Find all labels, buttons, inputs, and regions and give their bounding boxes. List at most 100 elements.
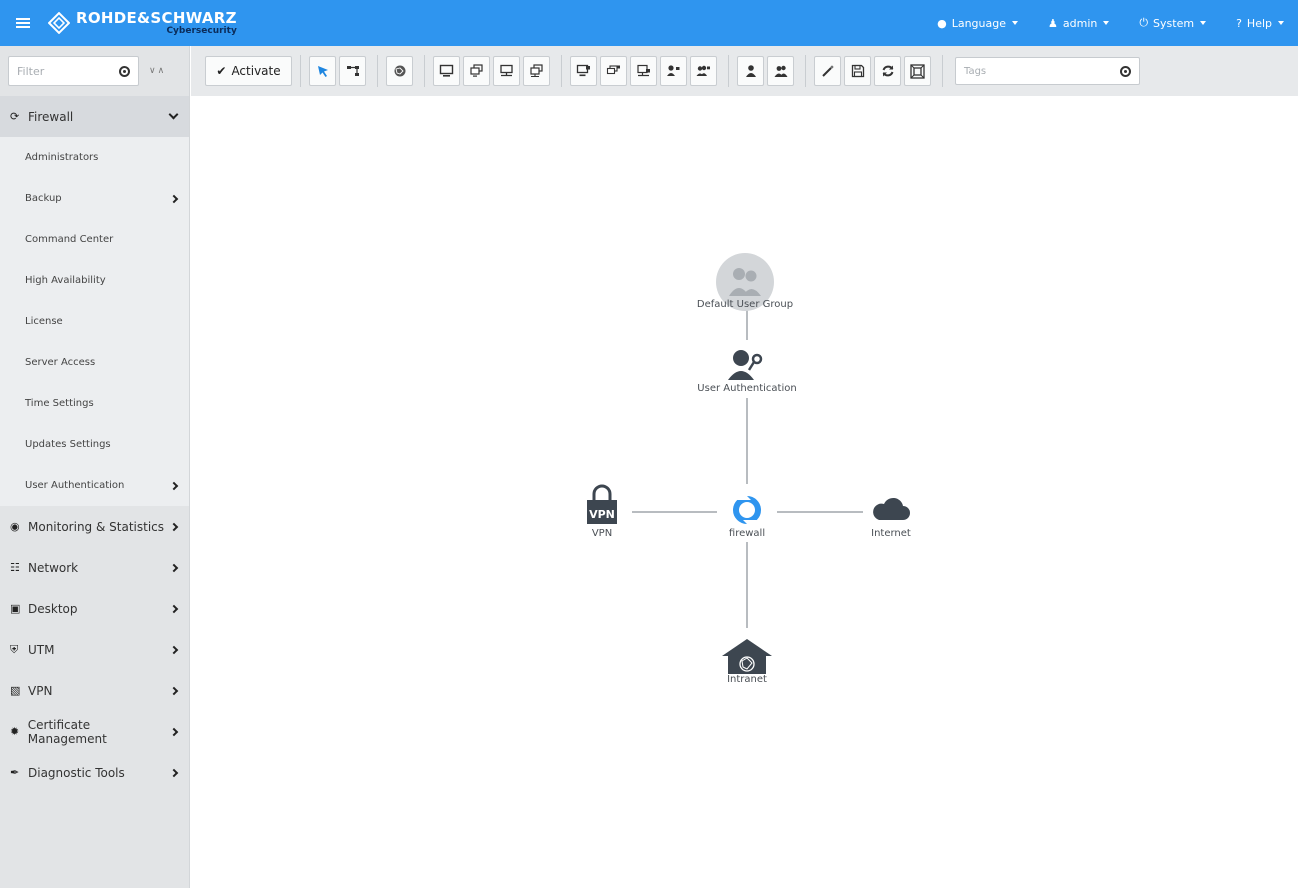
refresh-icon xyxy=(882,65,893,77)
sidebar-item-administrators[interactable]: Administrators xyxy=(0,137,189,178)
connect-button[interactable] xyxy=(339,56,366,86)
chevron-right-icon xyxy=(169,522,179,531)
host-group-icon xyxy=(470,64,483,77)
save-floppy-icon xyxy=(851,64,864,78)
add-host-button[interactable] xyxy=(433,56,460,86)
help-menu[interactable]: ? Help xyxy=(1236,17,1284,30)
refresh-button[interactable] xyxy=(874,56,901,86)
sidebar-item-label: Server Access xyxy=(25,357,96,368)
node-user-authentication[interactable] xyxy=(728,350,763,380)
sidebar-item-command-center[interactable]: Command Center xyxy=(0,219,189,260)
expand-collapse-all-icon[interactable]: ∨∧ xyxy=(149,66,166,76)
firewall-submenu: Administrators Backup Command Center Hig… xyxy=(0,137,189,506)
topology-diagram: VPN xyxy=(587,253,910,674)
vpn-user-group-icon xyxy=(696,65,710,76)
sidebar-item-label: Backup xyxy=(25,193,62,204)
node-firewall[interactable] xyxy=(733,492,761,528)
toolbar-separator xyxy=(377,55,378,87)
sidebar-section-label: VPN xyxy=(28,683,53,698)
language-menu[interactable]: ● Language xyxy=(937,17,1018,30)
sidebar-item-label: License xyxy=(25,316,63,327)
add-network-group-button[interactable] xyxy=(523,56,550,86)
filter-placeholder: Filter xyxy=(17,64,45,78)
label-internet: Internet xyxy=(871,528,911,539)
label-intranet: Intranet xyxy=(727,674,767,685)
add-host-group-button[interactable] xyxy=(463,56,490,86)
topology-canvas[interactable]: VPN Default User Group User Authenticati… xyxy=(191,96,1298,888)
sidebar-section-label: Certificate Management xyxy=(27,717,107,746)
user-group-icon xyxy=(774,65,787,77)
admin-menu-label: admin xyxy=(1062,16,1098,30)
lock-icon: ▧ xyxy=(10,684,21,697)
sidebar-item-label: Time Settings xyxy=(25,398,94,409)
sidebar-item-license[interactable]: License xyxy=(0,301,189,342)
sidebar-section-firewall[interactable]: ⟳ Firewall xyxy=(0,96,189,137)
brand-logo[interactable]: ROHDE&SCHWARZ Cybersecurity xyxy=(48,0,237,46)
add-network-button[interactable] xyxy=(386,56,413,86)
wizard-button[interactable] xyxy=(814,56,841,86)
save-button[interactable] xyxy=(844,56,871,86)
node-internet[interactable] xyxy=(873,497,910,520)
sidebar-section-desktop[interactable]: ▣ Desktop xyxy=(0,588,189,629)
add-vpn-host-group-button[interactable] xyxy=(600,56,627,86)
add-user-button[interactable] xyxy=(737,56,764,86)
network-globe-icon xyxy=(394,65,405,77)
caret-down-icon xyxy=(1200,21,1207,25)
sidebar-item-time-settings[interactable]: Time Settings xyxy=(0,383,189,424)
question-icon: ? xyxy=(1236,16,1242,30)
firewall-icon: ⟳ xyxy=(10,110,20,123)
vpn-host-group-icon xyxy=(606,65,620,75)
sidebar-item-label: User Authentication xyxy=(25,480,125,491)
clear-filter-icon[interactable] xyxy=(119,65,130,77)
system-menu[interactable]: ⏻ System xyxy=(1139,16,1207,30)
vpn-badge-text: VPN xyxy=(589,508,615,521)
sidebar-section-label: Monitoring & Statistics xyxy=(28,519,165,534)
sidebar-item-user-authentication[interactable]: User Authentication xyxy=(0,465,189,506)
tags-input[interactable]: Tags xyxy=(955,57,1140,85)
user-icon: ♟ xyxy=(1048,16,1058,30)
toolbar-separator xyxy=(300,55,301,87)
label-vpn: VPN xyxy=(591,528,613,539)
sidebar-item-high-availability[interactable]: High Availability xyxy=(0,260,189,301)
pointer-arrow-icon xyxy=(317,66,328,77)
activate-button[interactable]: ✔ Activate xyxy=(205,56,292,86)
sidebar-item-label: Administrators xyxy=(25,152,99,163)
vpn-network-icon xyxy=(637,64,650,77)
toolbar-separator xyxy=(424,55,425,87)
admin-menu[interactable]: ♟ admin xyxy=(1048,16,1110,30)
node-intranet[interactable] xyxy=(722,639,772,674)
sidebar-section-monitoring[interactable]: ◉ Monitoring & Statistics xyxy=(0,506,189,547)
sidebar-item-updates-settings[interactable]: Updates Settings xyxy=(0,424,189,465)
language-menu-label: Language xyxy=(951,16,1006,30)
main-toolbar: ✔ Activate Tags xyxy=(191,46,1298,96)
activate-label: Activate xyxy=(231,64,281,78)
sidebar-filter-input[interactable]: Filter xyxy=(8,56,139,86)
sidebar-section-diagnostic-tools[interactable]: ✒ Diagnostic Tools xyxy=(0,752,189,793)
desktop-icon: ▣ xyxy=(10,602,21,615)
toolbar-separator xyxy=(942,55,943,87)
sidebar-section-vpn[interactable]: ▧ VPN xyxy=(0,670,189,711)
sidebar-item-server-access[interactable]: Server Access xyxy=(0,342,189,383)
add-user-group-button[interactable] xyxy=(767,56,794,86)
help-menu-label: Help xyxy=(1246,16,1272,30)
add-vpn-network-button[interactable] xyxy=(630,56,657,86)
add-vpn-user-button[interactable] xyxy=(660,56,687,86)
label-default-user-group: Default User Group xyxy=(696,299,794,310)
menu-toggle-icon[interactable] xyxy=(0,0,46,46)
chevron-right-icon xyxy=(169,604,179,613)
clear-tags-icon[interactable] xyxy=(1120,65,1131,77)
add-vpn-host-button[interactable] xyxy=(570,56,597,86)
sidebar-item-backup[interactable]: Backup xyxy=(0,178,189,219)
select-pointer-button[interactable] xyxy=(309,56,336,86)
sidebar-section-utm[interactable]: ⛨ UTM xyxy=(0,629,189,670)
sidebar-section-network[interactable]: ☷ Network xyxy=(0,547,189,588)
add-vpn-user-group-button[interactable] xyxy=(690,56,717,86)
brand-name: ROHDE&SCHWARZ xyxy=(76,8,237,27)
sidebar-section-certificate-management[interactable]: ✹ Certificate Management xyxy=(0,711,189,752)
add-network-host-button[interactable] xyxy=(493,56,520,86)
sidebar-filter-row: Filter ∨∧ xyxy=(0,46,189,96)
chevron-right-icon xyxy=(169,768,179,777)
caret-down-icon xyxy=(1278,21,1284,25)
fit-to-screen-button[interactable] xyxy=(904,56,931,86)
globe-icon: ● xyxy=(937,16,947,30)
